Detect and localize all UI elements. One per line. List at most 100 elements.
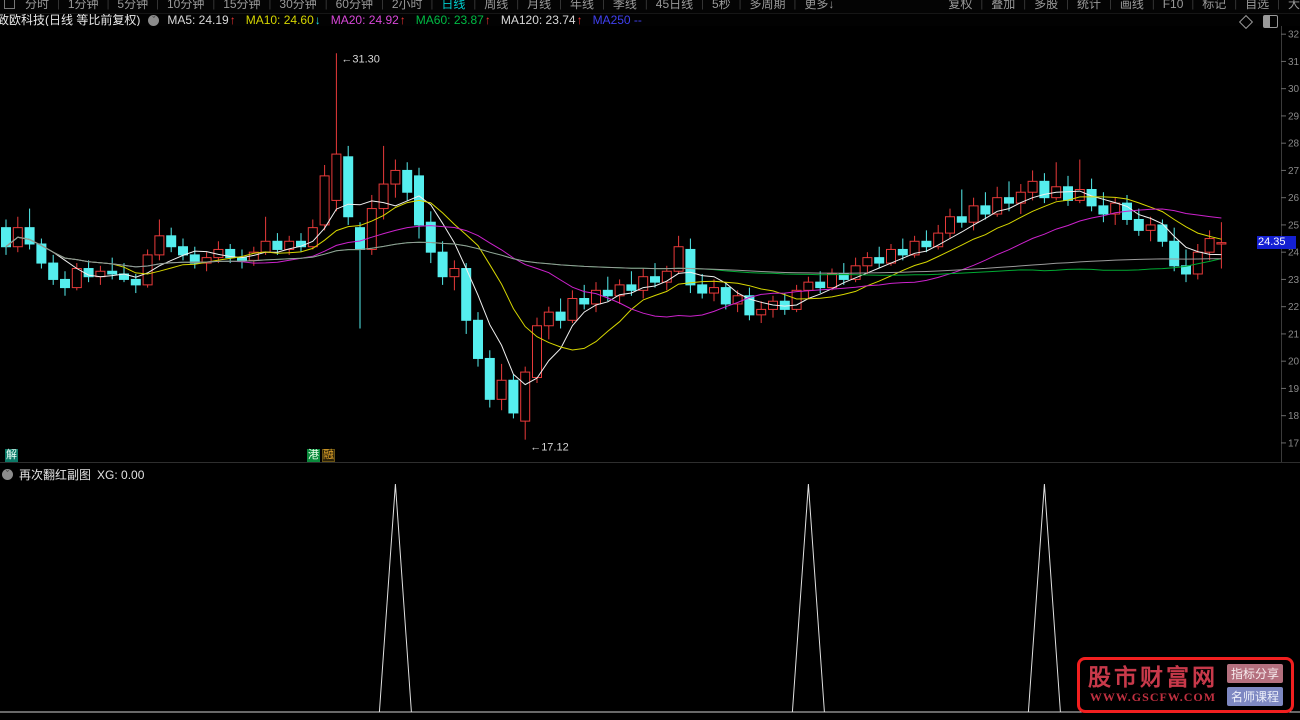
main-chart-area[interactable]: 17 18 19 20 21 22 23 24 25 26 27 28 29 30 31 32 ←31.30 ←1… (0, 26, 1300, 467)
ma-legend-item-2: MA20: 24.92 ↑ (331, 14, 406, 26)
marker-badge: 解 (5, 449, 18, 462)
svg-text:21: 21 (1288, 329, 1300, 340)
watermark-site-name: 股市财富网 (1087, 665, 1218, 690)
ma-label: MA120: 23.74 (500, 14, 576, 26)
separator: | (430, 0, 434, 10)
separator: | (1151, 0, 1155, 10)
toolbar-button-8[interactable]: 大 (1288, 0, 1300, 12)
period-1[interactable]: 1分钟 (68, 0, 99, 12)
svg-text:19: 19 (1288, 384, 1300, 395)
watermark-box: 股市财富网 WWW.GSCFW.COM 指标分享 名师课程 (1076, 657, 1294, 713)
ma-label: MA20: 24.92 (330, 14, 399, 26)
period-4[interactable]: 15分钟 (223, 0, 260, 12)
ma-legend-item-1: MA10: 24.60 ↓ (246, 14, 321, 26)
svg-text:31: 31 (1288, 57, 1300, 68)
period-16[interactable]: 更多↓ (804, 0, 834, 12)
chevron-down-circle-icon[interactable]: ˇ (148, 14, 160, 26)
marker-badge: 融 (322, 449, 335, 462)
toolbar-button-6[interactable]: 标记 (1202, 0, 1226, 12)
svg-text:32: 32 (1288, 30, 1300, 41)
svg-text:25: 25 (1288, 220, 1300, 231)
watermark-site: 股市财富网 WWW.GSCFW.COM (1088, 665, 1218, 705)
toolbar-button-2[interactable]: 多股 (1034, 0, 1058, 12)
svg-text:28: 28 (1288, 139, 1300, 150)
watermark-badge-bottom: 名师课程 (1226, 687, 1283, 706)
separator: | (156, 0, 159, 10)
indicator-name[interactable]: 再次翻红副图 (19, 466, 91, 483)
ma-label: MA10: 24.60 (245, 14, 314, 26)
ma-legend: MA5: 24.19 ↑ MA10: 24.60 ↓ MA20: 24.92 ↑ MA60:… (167, 14, 642, 26)
watermark-badges: 指标分享 名师课程 (1226, 664, 1283, 706)
toolbar-button-7[interactable]: 自选 (1245, 0, 1269, 12)
period-14[interactable]: 5秒 (712, 0, 731, 12)
period-6[interactable]: 60分钟 (336, 0, 373, 12)
last-price-tag: 24.35 (1257, 236, 1296, 249)
ma-legend-item-0: MA5: 24.19 ↑ (167, 14, 235, 26)
period-11[interactable]: 年线 (570, 0, 594, 12)
separator: | (473, 0, 477, 10)
separator: | (644, 0, 648, 10)
period-toolbar: 分时 | 1分钟 | 5分钟 | 10分钟 | 15分钟 | 30分钟 | 60分钟 | 2小时 | 日线 | 周线… (0, 0, 1300, 14)
indicator-header: ˇ 再次翻红副图 XG: 0.00 (2, 466, 144, 483)
separator: | (324, 0, 328, 10)
info-bar: 致欧科技(日线 等比前复权) ˇ MA5: 24.19 ↑ MA10: 24.60 ↓… (0, 14, 1300, 26)
toolbar-button-3[interactable]: 统计 (1077, 0, 1101, 12)
up-arrow-icon: ↑ (484, 14, 491, 26)
period-list: 分时 | 1分钟 | 5分钟 | 10分钟 | 15分钟 | 30分钟 | 60分钟 | 2小时 | 日线 | 周线… (0, 0, 834, 12)
main-candlestick-chart[interactable]: 17 18 19 20 21 22 23 24 25 26 27 28 29 30 31 32 ←31.30 ←1… (0, 26, 1300, 462)
period-15[interactable]: 多周期 (750, 0, 786, 12)
period-13[interactable]: 45日线 (656, 0, 693, 12)
svg-text:22: 22 (1288, 302, 1300, 313)
up-arrow-icon: ↑ (576, 14, 583, 26)
separator: | (1277, 0, 1280, 10)
stock-title: 致欧科技(日线 等比前复权) (0, 14, 141, 26)
separator: | (1108, 0, 1112, 10)
ma-legend-item-4: MA120: 23.74 ↑ (501, 14, 583, 26)
ma-legend-item-5: MA250 -- (593, 14, 642, 26)
svg-text:20: 20 (1288, 357, 1300, 368)
separator: | (1234, 0, 1238, 10)
period-0[interactable]: 分时 (25, 0, 49, 12)
watermark-site-url: WWW.GSCFW.COM (1089, 690, 1217, 704)
toolbar-button-5[interactable]: F10 (1163, 0, 1184, 11)
separator: | (106, 0, 110, 10)
separator: | (268, 0, 272, 10)
separator: | (212, 0, 216, 10)
ma-label: MA60: 23.87 (415, 14, 484, 26)
svg-text:17: 17 (1288, 438, 1300, 449)
separator: | (793, 0, 797, 10)
up-arrow-icon: ↑ (399, 14, 406, 26)
price-annotation: ←31.30 (341, 53, 380, 65)
svg-text:29: 29 (1288, 111, 1300, 122)
period-2[interactable]: 5分钟 (117, 0, 148, 12)
down-arrow-icon: ↓ (314, 14, 321, 26)
separator: | (380, 0, 384, 10)
period-12[interactable]: 季线 (613, 0, 637, 12)
indicator-chevron-icon[interactable]: ˇ (2, 469, 13, 480)
svg-text:23: 23 (1288, 275, 1300, 286)
period-5[interactable]: 30分钟 (279, 0, 316, 12)
list-icon[interactable] (4, 0, 15, 9)
svg-text:27: 27 (1288, 166, 1300, 177)
ma-label: MA250 -- (592, 14, 642, 26)
period-7[interactable]: 2小时 (392, 0, 423, 12)
separator: | (57, 0, 60, 10)
separator: | (738, 0, 742, 10)
toolbar-right-buttons: 复权 | 叠加 | 多股 | 统计 | 画线 | F10 | 标记 | 自选 | 大 (948, 0, 1300, 12)
up-arrow-icon: ↑ (229, 14, 236, 26)
svg-text:24: 24 (1288, 248, 1300, 259)
indicator-value: XG: 0.00 (97, 467, 145, 482)
toolbar-button-0[interactable]: 复权 (948, 0, 972, 12)
period-9[interactable]: 周线 (484, 0, 508, 12)
period-3[interactable]: 10分钟 (167, 0, 204, 12)
period-10[interactable]: 月线 (527, 0, 551, 12)
period-8[interactable]: 日线 (441, 0, 465, 12)
separator: | (1066, 0, 1069, 10)
toolbar-button-4[interactable]: 画线 (1120, 0, 1144, 12)
svg-text:30: 30 (1288, 84, 1300, 95)
separator: | (516, 0, 520, 10)
separator: | (1191, 0, 1195, 10)
toolbar-button-1[interactable]: 叠加 (991, 0, 1015, 12)
marker-badge: 港 (307, 449, 320, 462)
svg-text:26: 26 (1288, 193, 1300, 204)
